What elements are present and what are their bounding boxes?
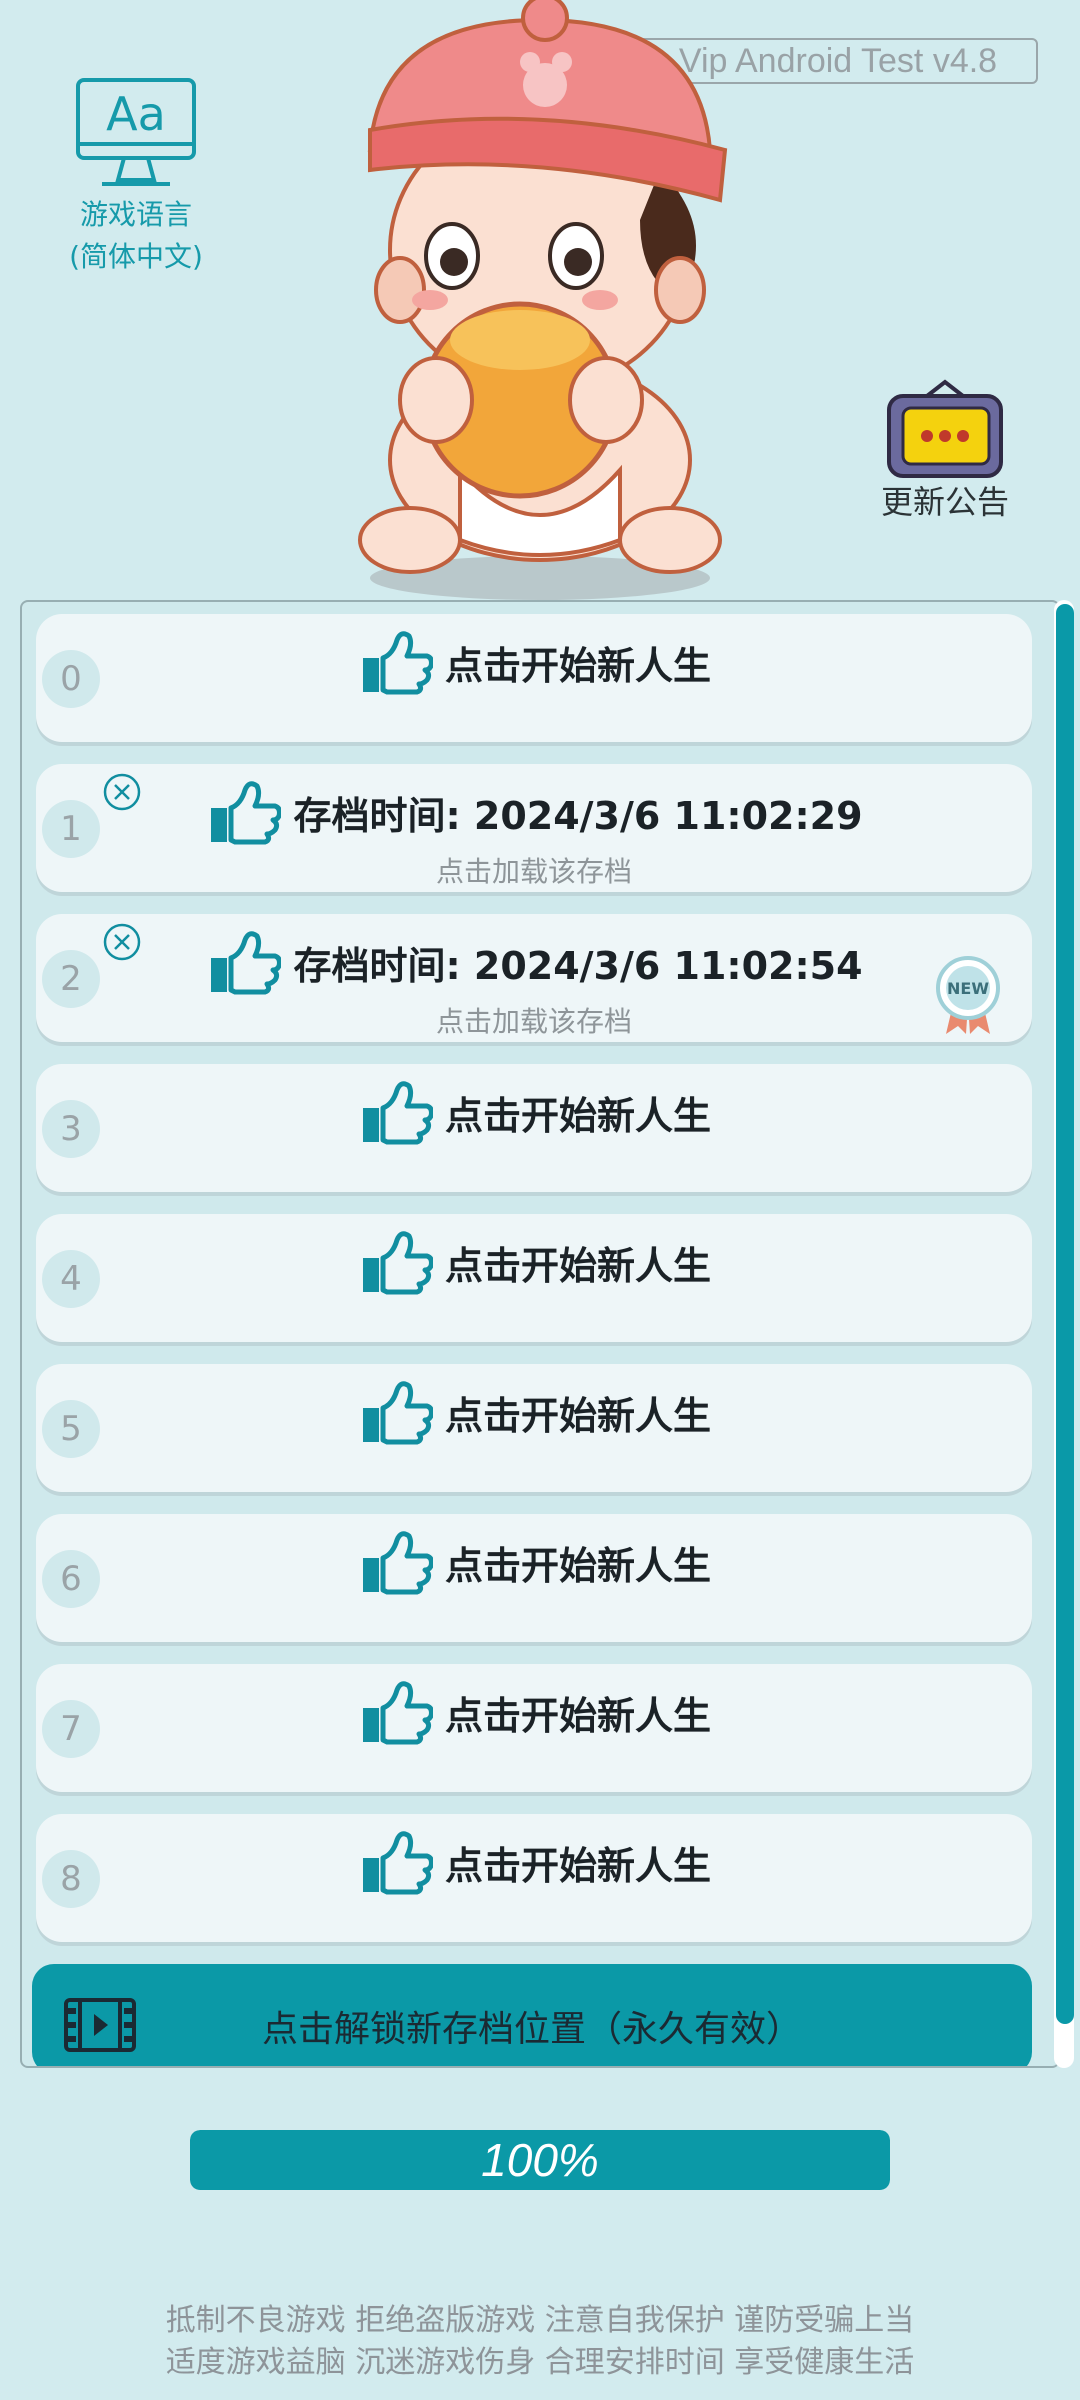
slot-title: 点击开始新人生 bbox=[444, 1243, 711, 1288]
save-slot-2[interactable]: 2 存档时间: 2024/3/6 11:02:54 点击加载该存档 NEW bbox=[36, 914, 1032, 1042]
thumbs-up-icon bbox=[362, 1381, 433, 1445]
save-slot-4[interactable]: 4 点击开始新人生 bbox=[36, 1214, 1032, 1342]
progress-label: 100% bbox=[481, 2134, 599, 2186]
delete-save-icon[interactable] bbox=[102, 922, 142, 962]
language-icon-text: Aa bbox=[106, 87, 166, 141]
advisory-line-1: 抵制不良游戏 拒绝盗版游戏 注意自我保护 谨防受骗上当 bbox=[165, 2303, 915, 2338]
slot-main: 点击开始新人生 bbox=[36, 1828, 1032, 1896]
load-save-hint: 点击加载该存档 bbox=[435, 1005, 632, 1038]
thumbs-up-icon bbox=[362, 1531, 433, 1595]
slot-title: 点击开始新人生 bbox=[444, 1843, 711, 1888]
load-save-hint: 点击加载该存档 bbox=[435, 855, 632, 888]
thumbs-up-icon bbox=[362, 1081, 433, 1145]
baby-mascot-image bbox=[358, 0, 728, 600]
unlock-slot-button[interactable]: 点击解锁新存档位置（永久有效） bbox=[32, 1964, 1032, 2066]
notice-tv-icon bbox=[887, 379, 1003, 478]
save-slot-1[interactable]: 1 存档时间: 2024/3/6 11:02:29 点击加载该存档 bbox=[36, 764, 1032, 892]
advisory-line-2: 适度游戏益脑 沉迷游戏伤身 合理安排时间 享受健康生活 bbox=[165, 2345, 915, 2380]
unlock-slot-label: 点击解锁新存档位置（永久有效） bbox=[261, 2009, 802, 2050]
thumbs-up-icon bbox=[211, 931, 282, 995]
thumbs-up-icon bbox=[362, 631, 433, 695]
save-slot-list[interactable]: 0 点击开始新人生 1 存档时间: 2024/3/6 11:02:29 点击加载该存档 2… bbox=[20, 600, 1060, 2068]
language-button[interactable]: Aa 游戏语言 (简体中文) bbox=[56, 76, 216, 278]
save-slot-0[interactable]: 0 点击开始新人生 bbox=[36, 614, 1032, 742]
new-badge-text: NEW bbox=[947, 979, 989, 998]
slot-title: 存档时间: 2024/3/6 11:02:54 bbox=[293, 943, 863, 988]
save-slot-7[interactable]: 7 点击开始新人生 bbox=[36, 1664, 1032, 1792]
monitor-aa-icon: Aa bbox=[76, 78, 196, 186]
save-slot-8[interactable]: 8 点击开始新人生 bbox=[36, 1814, 1032, 1942]
save-slot-3[interactable]: 3 点击开始新人生 bbox=[36, 1064, 1032, 1192]
slot-main: 点击开始新人生 bbox=[36, 1678, 1032, 1746]
update-notice-label: 更新公告 bbox=[880, 483, 1009, 521]
new-badge-icon: NEW bbox=[936, 956, 1000, 1034]
save-slot-5[interactable]: 5 点击开始新人生 bbox=[36, 1364, 1032, 1492]
slot-main: 点击开始新人生 bbox=[36, 1378, 1032, 1446]
slot-title: 点击开始新人生 bbox=[444, 1093, 711, 1138]
slot-title: 存档时间: 2024/3/6 11:02:29 bbox=[293, 793, 863, 838]
save-slot-6[interactable]: 6 点击开始新人生 bbox=[36, 1514, 1032, 1642]
update-notice-button[interactable]: 更新公告 bbox=[870, 378, 1020, 522]
thumbs-up-icon bbox=[211, 781, 282, 845]
delete-save-icon[interactable] bbox=[102, 772, 142, 812]
thumbs-up-icon bbox=[362, 1681, 433, 1745]
slot-title: 点击开始新人生 bbox=[444, 1393, 711, 1438]
slot-main: 存档时间: 2024/3/6 11:02:54 bbox=[36, 928, 1032, 996]
slot-main: 点击开始新人生 bbox=[36, 1528, 1032, 1596]
health-advisory: 抵制不良游戏 拒绝盗版游戏 注意自我保护 谨防受骗上当 适度游戏益脑 沉迷游戏伤… bbox=[0, 2300, 1080, 2384]
slot-main: 点击开始新人生 bbox=[36, 1228, 1032, 1296]
slot-main: 存档时间: 2024/3/6 11:02:29 bbox=[36, 778, 1032, 846]
language-current: (简体中文) bbox=[69, 240, 203, 273]
slot-title: 点击开始新人生 bbox=[444, 1543, 711, 1588]
slot-main: 点击开始新人生 bbox=[36, 628, 1032, 696]
thumbs-up-icon bbox=[362, 1231, 433, 1295]
language-title: 游戏语言 bbox=[79, 198, 192, 231]
scrollbar-thumb[interactable] bbox=[1056, 604, 1074, 2024]
slot-main: 点击开始新人生 bbox=[36, 1078, 1032, 1146]
loading-progress-bar: 100% bbox=[190, 2130, 890, 2190]
slot-title: 点击开始新人生 bbox=[444, 1693, 711, 1738]
thumbs-up-icon bbox=[362, 1831, 433, 1895]
slot-title: 点击开始新人生 bbox=[444, 643, 711, 688]
